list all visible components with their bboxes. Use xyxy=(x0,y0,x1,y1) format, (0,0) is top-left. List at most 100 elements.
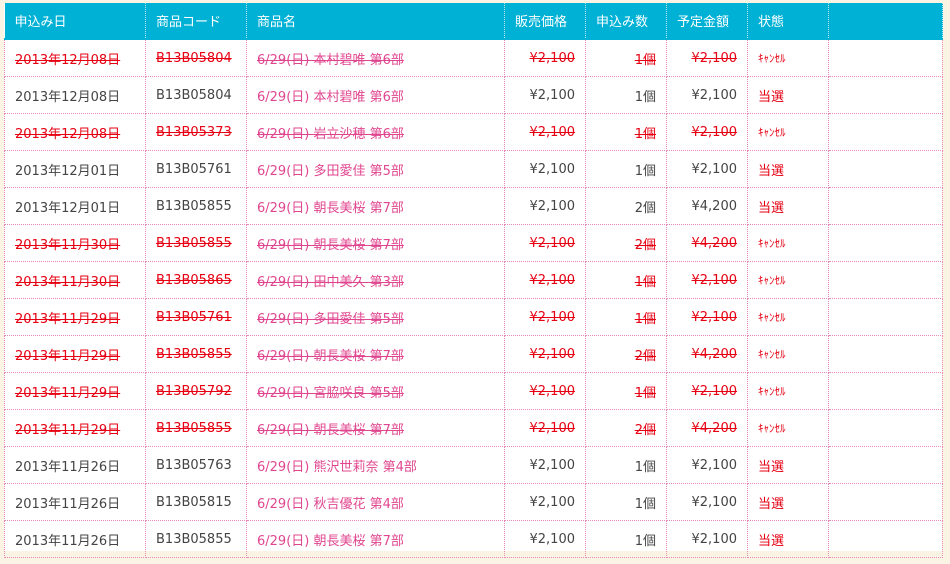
cell-extra xyxy=(828,409,943,447)
cell-quantity: 1個 xyxy=(585,298,667,336)
cell-date: 2013年11月29日 xyxy=(4,298,146,336)
cell-extra xyxy=(828,372,943,410)
column-header-date: 申込み日 xyxy=(4,3,146,40)
cell-product-code: B13B05855 xyxy=(145,187,247,225)
cell-extra xyxy=(828,150,943,188)
cell-product-name: 6/29(日) 本村碧唯 第6部 xyxy=(246,76,505,114)
cell-product-code: B13B05804 xyxy=(145,76,247,114)
cell-product-code: B13B05373 xyxy=(145,113,247,151)
order-history-panel: 申込み日 商品コード 商品名 販売価格 申込み数 予定金額 状態 2013年12… xyxy=(4,3,943,558)
cell-price: ¥2,100 xyxy=(504,261,586,299)
cell-extra xyxy=(828,483,943,521)
cell-product-code: B13B05865 xyxy=(145,261,247,299)
cell-quantity: 1個 xyxy=(585,446,667,484)
cell-amount: ¥2,100 xyxy=(666,446,748,484)
table-header: 申込み日 商品コード 商品名 販売価格 申込み数 予定金額 状態 xyxy=(4,3,943,40)
table-row: 2013年12月01日 B13B05761 6/29(日) 多田愛佳 第5部 ¥2,1… xyxy=(4,150,943,188)
cell-product-code: B13B05855 xyxy=(145,335,247,373)
order-history-table: 申込み日 商品コード 商品名 販売価格 申込み数 予定金額 状態 2013年12… xyxy=(4,3,943,558)
cell-extra xyxy=(828,187,943,225)
cell-extra xyxy=(828,76,943,114)
cell-quantity: 1個 xyxy=(585,520,667,558)
cell-amount: ¥4,200 xyxy=(666,409,748,447)
table-row: 2013年11月26日 B13B05815 6/29(日) 秋吉優花 第4部 ¥2,1… xyxy=(4,483,943,521)
cell-amount: ¥4,200 xyxy=(666,335,748,373)
cell-product-name: 6/29(日) 朝長美桜 第7部 xyxy=(246,409,505,447)
cell-amount: ¥2,100 xyxy=(666,520,748,558)
cell-date: 2013年12月01日 xyxy=(4,187,146,225)
cell-date: 2013年12月08日 xyxy=(4,76,146,114)
column-header-status: 状態 xyxy=(747,3,829,40)
cell-product-name: 6/29(日) 朝長美桜 第7部 xyxy=(246,520,505,558)
cell-extra xyxy=(828,39,943,77)
cell-status: ｷｬﾝｾﾙ xyxy=(747,261,829,299)
cell-product-code: B13B05855 xyxy=(145,520,247,558)
table-row: 2013年11月30日 B13B05865 6/29(日) 田中美久 第3部 ¥2,1… xyxy=(4,261,943,299)
cell-status: ｷｬﾝｾﾙ xyxy=(747,409,829,447)
cell-status: 当選 xyxy=(747,76,829,114)
cell-product-code: B13B05804 xyxy=(145,39,247,77)
cell-quantity: 1個 xyxy=(585,150,667,188)
cell-status: ｷｬﾝｾﾙ xyxy=(747,39,829,77)
cell-status: ｷｬﾝｾﾙ xyxy=(747,372,829,410)
column-header-qty: 申込み数 xyxy=(585,3,667,40)
cell-quantity: 2個 xyxy=(585,224,667,262)
cell-price: ¥2,100 xyxy=(504,39,586,77)
table-row: 2013年12月08日 B13B05804 6/29(日) 本村碧唯 第6部 ¥2,1… xyxy=(4,76,943,114)
table-row: 2013年12月01日 B13B05855 6/29(日) 朝長美桜 第7部 ¥2,1… xyxy=(4,187,943,225)
table-row: 2013年11月26日 B13B05763 6/29(日) 熊沢世莉奈 第4部 ¥2,… xyxy=(4,446,943,484)
cell-quantity: 1個 xyxy=(585,483,667,521)
cell-status: 当選 xyxy=(747,150,829,188)
cell-price: ¥2,100 xyxy=(504,224,586,262)
cell-date: 2013年11月26日 xyxy=(4,483,146,521)
cell-date: 2013年11月29日 xyxy=(4,409,146,447)
cell-extra xyxy=(828,446,943,484)
column-header-code: 商品コード xyxy=(145,3,247,40)
cell-price: ¥2,100 xyxy=(504,335,586,373)
cell-quantity: 1個 xyxy=(585,261,667,299)
cell-product-code: B13B05815 xyxy=(145,483,247,521)
cell-product-name: 6/29(日) 熊沢世莉奈 第4部 xyxy=(246,446,505,484)
table-row: 2013年12月08日 B13B05373 6/29(日) 岩立沙穂 第6部 ¥2,1… xyxy=(4,113,943,151)
cell-product-name: 6/29(日) 多田愛佳 第5部 xyxy=(246,150,505,188)
cell-status: 当選 xyxy=(747,446,829,484)
cell-date: 2013年11月30日 xyxy=(4,261,146,299)
cell-amount: ¥2,100 xyxy=(666,113,748,151)
cell-status: ｷｬﾝｾﾙ xyxy=(747,298,829,336)
cell-status: ｷｬﾝｾﾙ xyxy=(747,113,829,151)
cell-status: 当選 xyxy=(747,520,829,558)
cell-product-code: B13B05855 xyxy=(145,409,247,447)
cell-extra xyxy=(828,520,943,558)
cell-amount: ¥2,100 xyxy=(666,483,748,521)
cell-amount: ¥2,100 xyxy=(666,261,748,299)
cell-amount: ¥2,100 xyxy=(666,372,748,410)
cell-price: ¥2,100 xyxy=(504,298,586,336)
column-header-price: 販売価格 xyxy=(504,3,586,40)
cell-extra xyxy=(828,298,943,336)
cell-date: 2013年11月30日 xyxy=(4,224,146,262)
cell-extra xyxy=(828,335,943,373)
table-row: 2013年11月30日 B13B05855 6/29(日) 朝長美桜 第7部 ¥2,1… xyxy=(4,224,943,262)
cell-product-name: 6/29(日) 朝長美桜 第7部 xyxy=(246,224,505,262)
cell-status: ｷｬﾝｾﾙ xyxy=(747,335,829,373)
cell-date: 2013年12月08日 xyxy=(4,113,146,151)
cell-amount: ¥2,100 xyxy=(666,76,748,114)
cell-amount: ¥2,100 xyxy=(666,39,748,77)
column-header-name: 商品名 xyxy=(246,3,505,40)
cell-extra xyxy=(828,113,943,151)
table-row: 2013年12月08日 B13B05804 6/29(日) 本村碧唯 第6部 ¥2,1… xyxy=(4,39,943,77)
cell-product-name: 6/29(日) 多田愛佳 第5部 xyxy=(246,298,505,336)
cell-price: ¥2,100 xyxy=(504,187,586,225)
cell-price: ¥2,100 xyxy=(504,76,586,114)
cell-price: ¥2,100 xyxy=(504,483,586,521)
table-row: 2013年11月26日 B13B05855 6/29(日) 朝長美桜 第7部 ¥2,1… xyxy=(4,520,943,558)
cell-product-name: 6/29(日) 秋吉優花 第4部 xyxy=(246,483,505,521)
cell-price: ¥2,100 xyxy=(504,409,586,447)
cell-status: ｷｬﾝｾﾙ xyxy=(747,224,829,262)
cell-product-code: B13B05761 xyxy=(145,298,247,336)
column-header-amount: 予定金額 xyxy=(666,3,748,40)
cell-status: 当選 xyxy=(747,187,829,225)
cell-product-code: B13B05761 xyxy=(145,150,247,188)
cell-date: 2013年11月26日 xyxy=(4,446,146,484)
cell-amount: ¥4,200 xyxy=(666,187,748,225)
